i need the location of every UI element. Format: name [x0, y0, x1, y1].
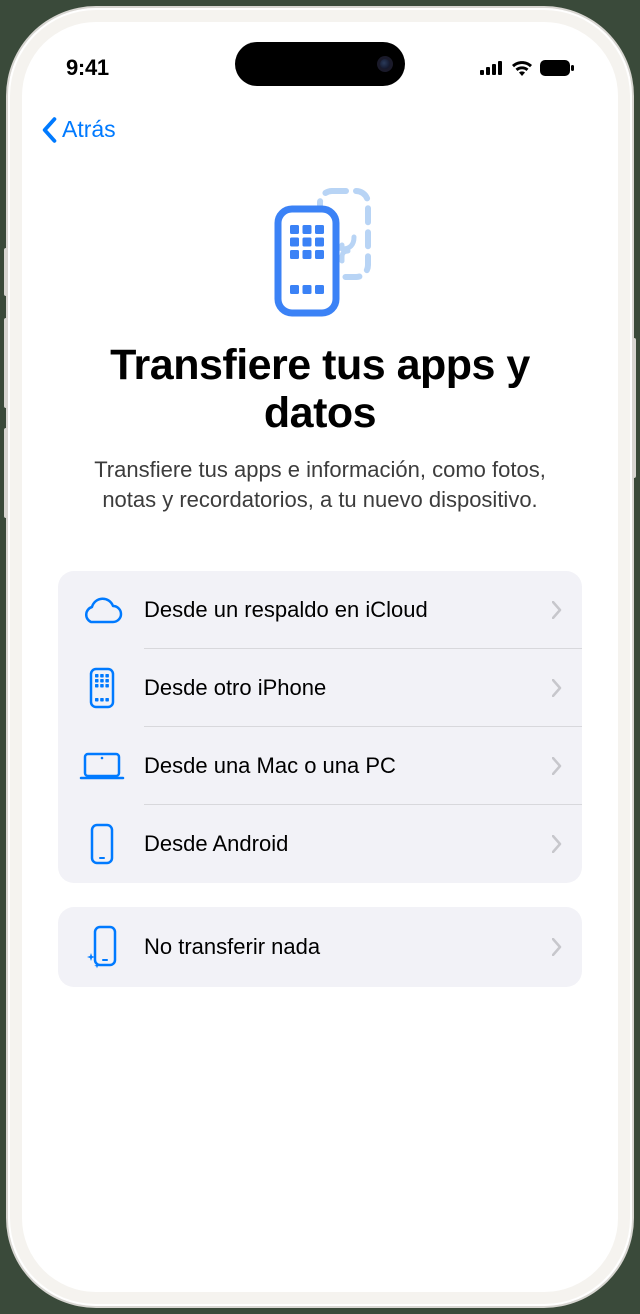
chevron-right-icon [552, 938, 562, 956]
device-frame: 9:41 [8, 8, 632, 1306]
main-content: Transfiere tus apps y datos Transfiere t… [22, 151, 618, 987]
nav-bar: Atrás [22, 92, 618, 151]
option-label: Desde Android [144, 831, 552, 857]
back-button[interactable]: Atrás [40, 116, 116, 143]
chevron-left-icon [40, 117, 58, 143]
camera-lens [377, 56, 393, 72]
dynamic-island [235, 42, 405, 86]
screen: 9:41 [22, 22, 618, 1292]
volume-button [4, 428, 8, 518]
iphone-apps-icon [78, 667, 126, 709]
page-subtitle: Transfiere tus apps e información, como … [58, 455, 582, 514]
wifi-icon [511, 60, 533, 76]
status-time: 9:41 [66, 55, 109, 81]
transfer-phone-icon [260, 187, 380, 317]
option-label: Desde una Mac o una PC [144, 753, 552, 779]
transfer-options-group: Desde un respaldo en iCloud [58, 571, 582, 883]
laptop-icon [78, 751, 126, 781]
back-label: Atrás [62, 116, 116, 143]
phone-icon [78, 823, 126, 865]
option-label: No transferir nada [144, 934, 552, 960]
skip-options-group: No transferir nada [58, 907, 582, 987]
power-button [632, 338, 636, 478]
chevron-right-icon [552, 679, 562, 697]
cellular-icon [480, 61, 504, 75]
option-label: Desde otro iPhone [144, 675, 552, 701]
phone-sparkle-icon [78, 925, 126, 969]
option-android[interactable]: Desde Android [58, 805, 582, 883]
page-title: Transfiere tus apps y datos [58, 341, 582, 437]
status-icons [480, 60, 574, 76]
chevron-right-icon [552, 835, 562, 853]
hero-icon [58, 187, 582, 317]
option-mac-pc[interactable]: Desde una Mac o una PC [58, 727, 582, 805]
chevron-right-icon [552, 757, 562, 775]
battery-icon [540, 60, 574, 76]
option-dont-transfer[interactable]: No transferir nada [58, 907, 582, 987]
chevron-right-icon [552, 601, 562, 619]
option-another-iphone[interactable]: Desde otro iPhone [58, 649, 582, 727]
option-icloud-backup[interactable]: Desde un respaldo en iCloud [58, 571, 582, 649]
option-label: Desde un respaldo en iCloud [144, 597, 552, 623]
cloud-icon [78, 596, 126, 624]
